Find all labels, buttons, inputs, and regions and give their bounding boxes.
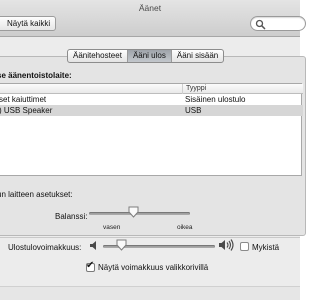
tab-input[interactable]: Ääni sisään [172,50,223,62]
volume-low-icon [90,241,96,250]
mute-label: Mykistä [252,243,280,252]
column-header-type[interactable]: Tyyppi [182,84,303,94]
show-all-button[interactable]: Näytä kaikki [0,16,56,31]
device-type: USB [185,106,202,115]
table-header: Tyyppi [0,84,303,94]
show-volume-in-menubar-checkbox[interactable]: ✔ [86,260,95,272]
sound-preferences-window: Äänet Näytä kaikki Äänitehosteet Ääni ul… [0,0,306,300]
tab-bar: Äänitehosteet Ääni ulos Ääni sisään [67,49,225,63]
tab-output[interactable]: Ääni ulos [127,50,172,62]
balance-left-label: vasen [103,224,121,231]
search-field[interactable] [250,16,306,31]
output-device-table: Tyyppi set kaiuttimet Sisäinen ulostulo … [0,83,303,176]
output-device-heading: se äänentoistolaite: [0,71,72,80]
search-icon [255,19,266,30]
device-type: Sisäinen ulostulo [185,95,246,104]
device-name: set kaiuttimet [0,95,47,104]
show-volume-in-menubar-label: Näytä voimakkuus valikkorivillä [98,263,209,272]
output-volume-label: Ulostulovoimakkuus: [8,243,82,252]
balance-label: Balanssi: [55,212,88,221]
window-title: Äänet [138,3,162,13]
balance-slider-knob[interactable] [128,206,139,218]
volume-slider-knob[interactable] [116,239,127,251]
checkmark-icon: ✔ [86,260,95,271]
device-name: ) USB Speaker [0,106,53,115]
toolbar: Äänet Näytä kaikki [0,0,306,37]
volume-high-icon [219,239,234,251]
balance-right-label: oikea [177,224,193,231]
divider [0,237,300,238]
preferences-content: Äänitehosteet Ääni ulos Ääni sisään se ä… [0,38,306,300]
table-row[interactable]: ) USB Speaker USB [0,105,303,116]
balance-slider-track[interactable] [89,212,190,215]
table-row[interactable]: set kaiuttimet Sisäinen ulostulo [0,94,303,105]
window-bottom-bar [0,286,300,300]
mute-checkbox[interactable] [240,242,249,251]
device-settings-heading: un laitteen asetukset: [0,190,73,199]
tab-sound-effects[interactable]: Äänitehosteet [68,50,128,62]
